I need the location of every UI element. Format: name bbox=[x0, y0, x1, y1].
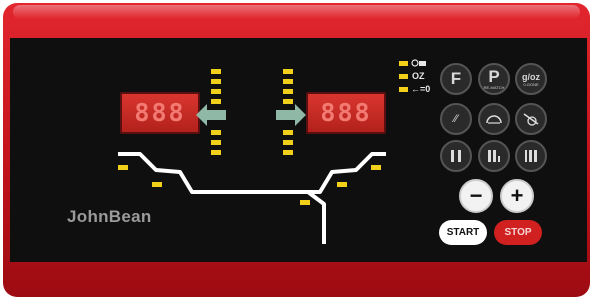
p-button-label: P bbox=[488, 66, 500, 86]
brand-logo: JohnBean bbox=[67, 207, 152, 226]
g-oz-label: g/oz bbox=[522, 71, 540, 82]
stop-button[interactable]: STOP bbox=[494, 220, 542, 245]
balancer-control-panel: 888 888 JohnBean OZ ←=0 F P RE-MATCH g/o… bbox=[0, 0, 593, 300]
balance-mode-icon: ⁄⁄ bbox=[454, 112, 458, 125]
wheel-icon bbox=[523, 113, 539, 126]
split-weight-button[interactable] bbox=[478, 103, 510, 135]
rim-profile-diagram bbox=[118, 152, 386, 244]
rim-profile-2-icon bbox=[525, 150, 537, 162]
right-led bbox=[283, 69, 293, 74]
rim-profile-button[interactable] bbox=[478, 140, 510, 172]
left-weight-display: 888 bbox=[120, 92, 200, 134]
sensor-icon bbox=[411, 59, 426, 67]
left-led bbox=[211, 140, 221, 145]
unit-led bbox=[399, 74, 408, 79]
split-weight-icon bbox=[486, 115, 502, 124]
left-led bbox=[211, 130, 221, 135]
rim-led bbox=[371, 165, 381, 170]
stick-on-icon bbox=[451, 150, 461, 162]
f-button[interactable]: F bbox=[440, 63, 472, 95]
balance-mode-button[interactable]: ⁄⁄ bbox=[440, 103, 472, 135]
minus-button-label: − bbox=[469, 183, 483, 208]
arrow-left-icon bbox=[196, 104, 226, 126]
left-led bbox=[211, 79, 221, 84]
right-led bbox=[283, 130, 293, 135]
right-led bbox=[283, 79, 293, 84]
wheel-button[interactable] bbox=[515, 103, 547, 135]
p-button[interactable]: P RE-MATCH bbox=[478, 63, 510, 95]
stick-on-button[interactable] bbox=[440, 140, 472, 172]
rim-led bbox=[337, 182, 347, 187]
p-button-sub: RE-MATCH bbox=[483, 84, 505, 90]
rim-profile-icon bbox=[488, 150, 500, 162]
plus-button-label: + bbox=[510, 183, 524, 208]
f-button-label: F bbox=[450, 69, 462, 88]
right-led bbox=[283, 140, 293, 145]
unit-led bbox=[399, 87, 408, 92]
right-led bbox=[283, 99, 293, 104]
right-weight-display: 888 bbox=[306, 92, 386, 134]
rim-led bbox=[300, 200, 310, 205]
panel-highlight bbox=[13, 5, 580, 19]
unit-led bbox=[399, 61, 408, 66]
left-led bbox=[211, 99, 221, 104]
left-led bbox=[211, 69, 221, 74]
arrow-right-icon bbox=[276, 104, 306, 126]
minus-button[interactable]: − bbox=[459, 179, 493, 213]
rim-led bbox=[152, 182, 162, 187]
right-led bbox=[283, 89, 293, 94]
start-button[interactable]: START bbox=[439, 220, 487, 245]
g-oz-sub: 0-GONE bbox=[523, 81, 539, 87]
zero-arrow-icon: ←=0 bbox=[411, 84, 431, 94]
rim-profile-2-button[interactable] bbox=[515, 140, 547, 172]
left-led bbox=[211, 89, 221, 94]
rim-led bbox=[118, 165, 128, 170]
weight-unit-icon: OZ bbox=[412, 71, 425, 81]
plus-button[interactable]: + bbox=[500, 179, 534, 213]
g-oz-button[interactable]: g/oz 0-GONE bbox=[515, 63, 547, 95]
